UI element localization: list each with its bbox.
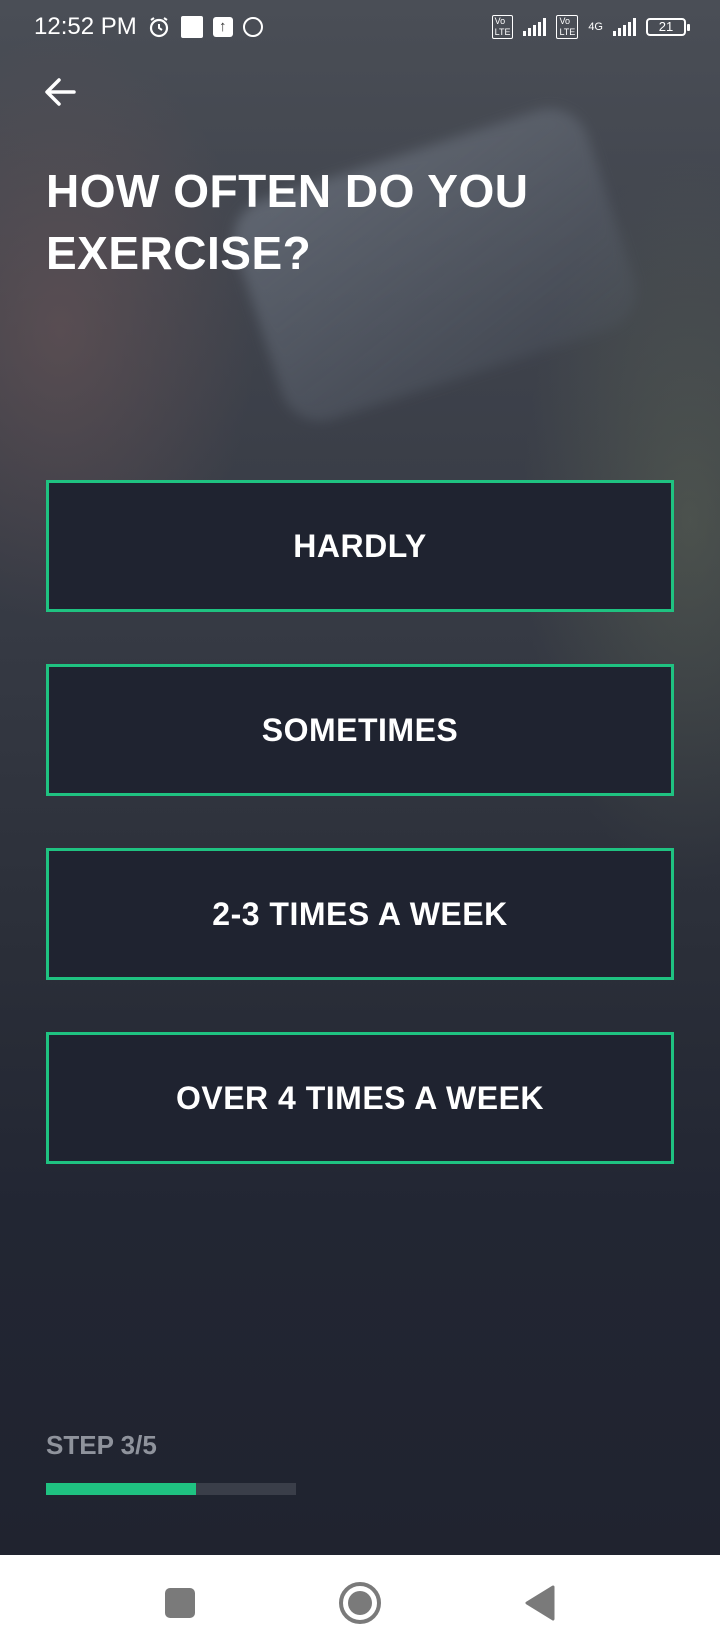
- home-button[interactable]: [335, 1578, 385, 1628]
- alarm-icon: [147, 15, 171, 39]
- back-triangle-icon: [525, 1585, 555, 1620]
- nav-back-button[interactable]: [515, 1578, 565, 1628]
- option-over-4-times-a-week[interactable]: OVER 4 TIMES A WEEK: [46, 1032, 674, 1164]
- status-right: Vo LTE Vo LTE 4G 21: [491, 15, 690, 39]
- signal-icon: [523, 18, 547, 36]
- option-hardly[interactable]: HARDLY: [46, 480, 674, 612]
- square-notification-icon: [180, 16, 203, 38]
- option-sometimes[interactable]: SOMETIMES: [46, 664, 674, 796]
- network-type: 4G: [588, 21, 603, 33]
- page-title: HOW OFTEN DO YOU EXERCISE?: [46, 165, 529, 279]
- signal-4g-icon: [613, 18, 636, 36]
- option-2-3-times-a-week[interactable]: 2-3 TIMES A WEEK: [46, 848, 674, 980]
- home-icon: [339, 1581, 381, 1624]
- volte-icon: Vo LTE: [556, 15, 579, 39]
- back-button[interactable]: [38, 70, 82, 114]
- step-label: STEP 3/5: [46, 1430, 157, 1460]
- recent-apps-button[interactable]: [155, 1578, 205, 1628]
- status-time: 12:52 PM: [34, 13, 137, 40]
- system-nav-bar: [0, 1555, 720, 1650]
- recent-apps-icon: [165, 1587, 195, 1618]
- progress-bar-fill: [46, 1483, 196, 1495]
- arrow-left-icon: [45, 78, 76, 106]
- vpn-icon: [242, 17, 263, 37]
- status-bar: 12:52 PM ↑ Vo LTE Vo LTE 4G 21: [0, 0, 720, 54]
- volte-icon: Vo LTE: [491, 15, 514, 39]
- status-left: 12:52 PM ↑: [34, 13, 263, 41]
- upload-icon: ↑: [212, 17, 233, 37]
- battery-icon: 21: [646, 18, 690, 36]
- progress-bar: [46, 1483, 296, 1495]
